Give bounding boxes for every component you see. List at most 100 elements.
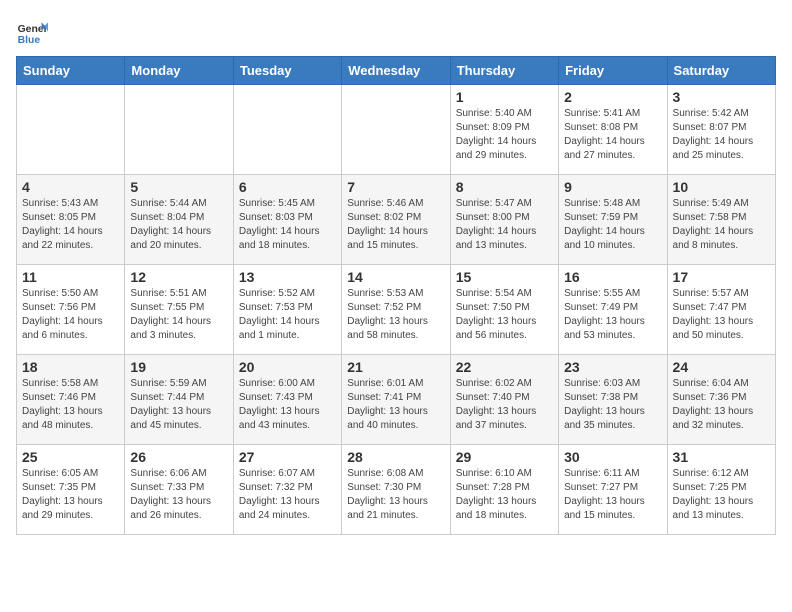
day-number: 22 [456,359,553,375]
week-row-5: 25Sunrise: 6:05 AM Sunset: 7:35 PM Dayli… [17,445,776,535]
day-info: Sunrise: 5:45 AM Sunset: 8:03 PM Dayligh… [239,197,336,253]
day-info: Sunrise: 5:41 AM Sunset: 8:08 PM Dayligh… [564,107,661,163]
day-info: Sunrise: 5:42 AM Sunset: 8:07 PM Dayligh… [673,107,770,163]
day-number: 16 [564,269,661,285]
day-number: 27 [239,449,336,465]
calendar-cell: 10Sunrise: 5:49 AM Sunset: 7:58 PM Dayli… [667,175,775,265]
calendar-cell: 8 Sunrise: 5:47 AM Sunset: 8:00 PM Daylig… [450,175,558,265]
day-info: Sunrise: 6:01 AM Sunset: 7:41 PM Dayligh… [347,377,444,433]
day-info: Sunrise: 6:04 AM Sunset: 7:36 PM Dayligh… [673,377,770,433]
calendar-cell: 12 Sunrise: 5:51 AM Sunset: 7:55 PM Dayli… [125,265,233,355]
calendar-cell: 3 Sunrise: 5:42 AM Sunset: 8:07 PM Daylig… [667,85,775,175]
page-header: General Blue [16,16,776,48]
logo: General Blue [16,16,48,48]
calendar-cell: 28 Sunrise: 6:08 AM Sunset: 7:30 PM Dayli… [342,445,450,535]
calendar-cell: 27 Sunrise: 6:07 AM Sunset: 7:32 PM Dayli… [233,445,341,535]
day-number: 18 [22,359,119,375]
calendar-cell: 30Sunrise: 6:11 AM Sunset: 7:27 PM Dayli… [559,445,667,535]
day-number: 30 [564,449,661,465]
day-number: 17 [673,269,770,285]
day-number: 8 [456,179,553,195]
day-number: 31 [673,449,770,465]
day-number: 24 [673,359,770,375]
day-info: Sunrise: 5:40 AM Sunset: 8:09 PM Dayligh… [456,107,553,163]
day-info: Sunrise: 6:12 AM Sunset: 7:25 PM Dayligh… [673,467,770,523]
calendar-cell: 17 Sunrise: 5:57 AM Sunset: 7:47 PM Dayli… [667,265,775,355]
logo-icon: General Blue [16,16,48,48]
day-info: Sunrise: 5:59 AM Sunset: 7:44 PM Dayligh… [130,377,227,433]
day-number: 23 [564,359,661,375]
calendar-cell: 20Sunrise: 6:00 AM Sunset: 7:43 PM Dayli… [233,355,341,445]
calendar-cell: 29 Sunrise: 6:10 AM Sunset: 7:28 PM Dayli… [450,445,558,535]
day-info: Sunrise: 5:48 AM Sunset: 7:59 PM Dayligh… [564,197,661,253]
day-info: Sunrise: 5:50 AM Sunset: 7:56 PM Dayligh… [22,287,119,343]
day-header-monday: Monday [125,57,233,85]
calendar-cell: 26 Sunrise: 6:06 AM Sunset: 7:33 PM Dayli… [125,445,233,535]
day-number: 13 [239,269,336,285]
day-header-tuesday: Tuesday [233,57,341,85]
day-info: Sunrise: 6:05 AM Sunset: 7:35 PM Dayligh… [22,467,119,523]
day-number: 7 [347,179,444,195]
calendar-cell: 22Sunrise: 6:02 AM Sunset: 7:40 PM Dayli… [450,355,558,445]
day-header-thursday: Thursday [450,57,558,85]
calendar-cell [125,85,233,175]
calendar-cell: 5Sunrise: 5:44 AM Sunset: 8:04 PM Daylig… [125,175,233,265]
day-number: 3 [673,89,770,105]
calendar-cell: 23 Sunrise: 6:03 AM Sunset: 7:38 PM Dayli… [559,355,667,445]
day-number: 26 [130,449,227,465]
calendar-cell: 16Sunrise: 5:55 AM Sunset: 7:49 PM Dayli… [559,265,667,355]
calendar-cell: 11 Sunrise: 5:50 AM Sunset: 7:56 PM Dayli… [17,265,125,355]
day-info: Sunrise: 6:08 AM Sunset: 7:30 PM Dayligh… [347,467,444,523]
calendar-cell: 6 Sunrise: 5:45 AM Sunset: 8:03 PM Daylig… [233,175,341,265]
calendar-cell: 25Sunrise: 6:05 AM Sunset: 7:35 PM Dayli… [17,445,125,535]
day-info: Sunrise: 5:52 AM Sunset: 7:53 PM Dayligh… [239,287,336,343]
day-info: Sunrise: 5:57 AM Sunset: 7:47 PM Dayligh… [673,287,770,343]
day-number: 28 [347,449,444,465]
week-row-4: 18 Sunrise: 5:58 AM Sunset: 7:46 PM Dayli… [17,355,776,445]
calendar-cell: 2 Sunrise: 5:41 AM Sunset: 8:08 PM Daylig… [559,85,667,175]
day-info: Sunrise: 6:00 AM Sunset: 7:43 PM Dayligh… [239,377,336,433]
calendar-cell [233,85,341,175]
day-number: 21 [347,359,444,375]
day-info: Sunrise: 5:54 AM Sunset: 7:50 PM Dayligh… [456,287,553,343]
day-info: Sunrise: 6:07 AM Sunset: 7:32 PM Dayligh… [239,467,336,523]
calendar-cell: 4Sunrise: 5:43 AM Sunset: 8:05 PM Daylig… [17,175,125,265]
calendar-cell: 24 Sunrise: 6:04 AM Sunset: 7:36 PM Dayli… [667,355,775,445]
day-number: 11 [22,269,119,285]
calendar-header-row: SundayMondayTuesdayWednesdayThursdayFrid… [17,57,776,85]
calendar-cell: 1Sunrise: 5:40 AM Sunset: 8:09 PM Daylig… [450,85,558,175]
calendar-cell: 18 Sunrise: 5:58 AM Sunset: 7:46 PM Dayli… [17,355,125,445]
day-number: 9 [564,179,661,195]
day-header-saturday: Saturday [667,57,775,85]
day-info: Sunrise: 5:43 AM Sunset: 8:05 PM Dayligh… [22,197,119,253]
day-header-friday: Friday [559,57,667,85]
day-number: 29 [456,449,553,465]
calendar-cell: 21 Sunrise: 6:01 AM Sunset: 7:41 PM Dayli… [342,355,450,445]
day-number: 12 [130,269,227,285]
day-info: Sunrise: 6:10 AM Sunset: 7:28 PM Dayligh… [456,467,553,523]
calendar-table: SundayMondayTuesdayWednesdayThursdayFrid… [16,56,776,535]
day-header-sunday: Sunday [17,57,125,85]
day-info: Sunrise: 5:51 AM Sunset: 7:55 PM Dayligh… [130,287,227,343]
day-number: 2 [564,89,661,105]
day-info: Sunrise: 5:46 AM Sunset: 8:02 PM Dayligh… [347,197,444,253]
day-info: Sunrise: 5:53 AM Sunset: 7:52 PM Dayligh… [347,287,444,343]
calendar-cell: 14 Sunrise: 5:53 AM Sunset: 7:52 PM Dayli… [342,265,450,355]
calendar-cell: 15Sunrise: 5:54 AM Sunset: 7:50 PM Dayli… [450,265,558,355]
week-row-2: 4Sunrise: 5:43 AM Sunset: 8:05 PM Daylig… [17,175,776,265]
calendar-cell [17,85,125,175]
week-row-3: 11 Sunrise: 5:50 AM Sunset: 7:56 PM Dayli… [17,265,776,355]
day-header-wednesday: Wednesday [342,57,450,85]
day-info: Sunrise: 5:47 AM Sunset: 8:00 PM Dayligh… [456,197,553,253]
day-info: Sunrise: 6:03 AM Sunset: 7:38 PM Dayligh… [564,377,661,433]
day-info: Sunrise: 5:49 AM Sunset: 7:58 PM Dayligh… [673,197,770,253]
calendar-cell: 13 Sunrise: 5:52 AM Sunset: 7:53 PM Dayli… [233,265,341,355]
day-info: Sunrise: 6:06 AM Sunset: 7:33 PM Dayligh… [130,467,227,523]
calendar-cell [342,85,450,175]
day-number: 6 [239,179,336,195]
day-number: 14 [347,269,444,285]
day-info: Sunrise: 5:58 AM Sunset: 7:46 PM Dayligh… [22,377,119,433]
day-number: 19 [130,359,227,375]
calendar-cell: 19 Sunrise: 5:59 AM Sunset: 7:44 PM Dayli… [125,355,233,445]
svg-text:Blue: Blue [18,35,41,46]
